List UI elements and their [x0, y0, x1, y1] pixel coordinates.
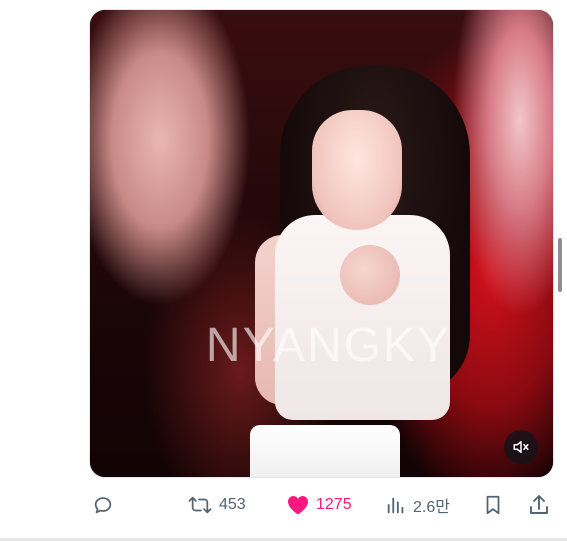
like-button[interactable]: 1275	[286, 490, 352, 520]
repost-icon	[188, 496, 212, 514]
views-button[interactable]: 2.6만	[385, 490, 450, 520]
reply-bubble-icon	[94, 497, 112, 514]
muted-speaker-icon	[513, 441, 529, 453]
performer-skirt	[250, 425, 400, 477]
bookmark-icon	[486, 495, 500, 515]
scrollbar-thumb[interactable]	[558, 238, 562, 292]
video-player[interactable]	[89, 9, 554, 478]
views-count: 2.6만	[413, 499, 450, 516]
like-count: 1275	[316, 496, 352, 513]
tweet-action-bar: 453 1275 2.6만	[0, 490, 567, 520]
share-upload-icon	[530, 495, 548, 514]
repost-count: 453	[219, 496, 246, 513]
bar-chart-icon	[387, 497, 404, 514]
unmute-button[interactable]	[504, 430, 538, 464]
reply-button[interactable]	[92, 490, 120, 520]
heart-filled-icon	[288, 496, 308, 515]
performer-hands	[340, 245, 400, 305]
performer-face	[312, 110, 402, 230]
share-button[interactable]	[527, 490, 551, 520]
repost-button[interactable]: 453	[187, 490, 246, 520]
bookmark-button[interactable]	[482, 490, 504, 520]
